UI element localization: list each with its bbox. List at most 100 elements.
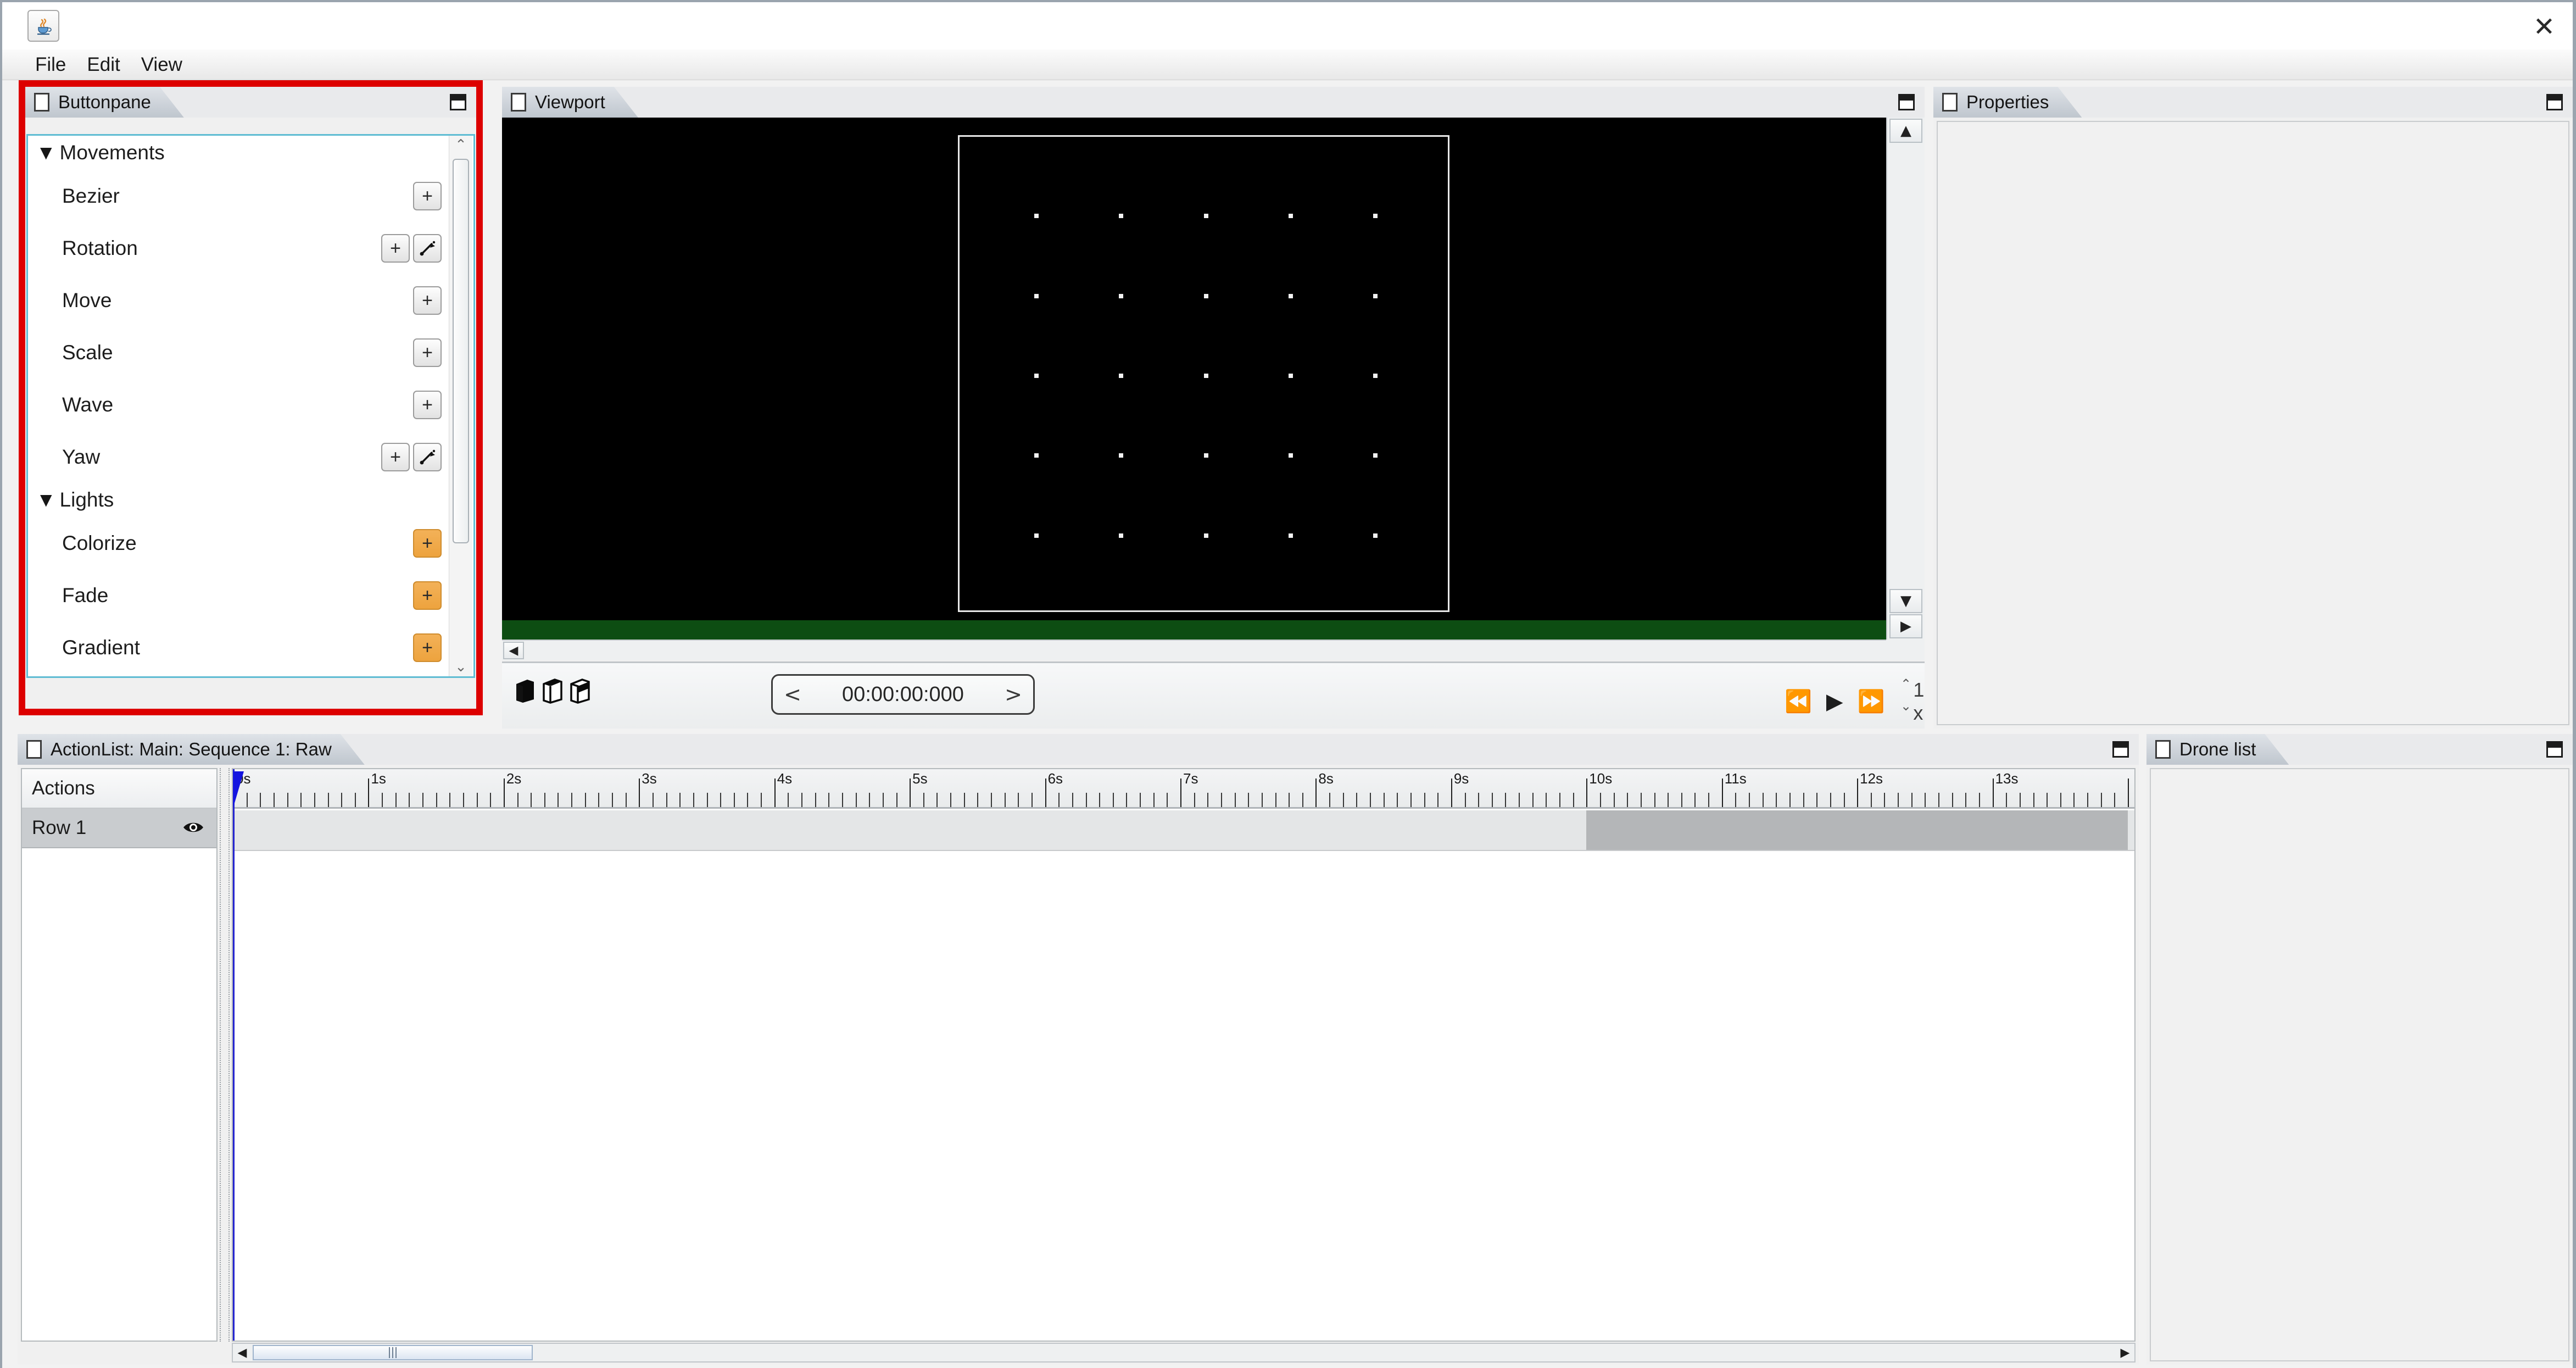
minimize-icon[interactable] <box>2112 741 2129 758</box>
panel-splitter[interactable] <box>220 768 230 1342</box>
action-label-yaw: Yaw <box>62 445 101 468</box>
add-rotation-button[interactable]: + <box>381 233 410 263</box>
drone-dot[interactable] <box>1119 533 1124 538</box>
add-scale-button[interactable]: + <box>413 338 442 367</box>
drone-dot[interactable] <box>1119 214 1124 219</box>
drone-dot[interactable] <box>1034 214 1039 219</box>
actionlist-tab[interactable]: ActionList: Main: Sequence 1: Raw <box>18 734 365 765</box>
minimize-icon[interactable] <box>1898 94 1915 110</box>
ruler-tick-minor <box>1951 793 1953 807</box>
drone-dot[interactable] <box>1288 293 1293 298</box>
rotation-curve-icon-button[interactable] <box>413 233 442 263</box>
drone-dot[interactable] <box>1288 214 1293 219</box>
scroll-down-icon[interactable]: ▼ <box>1889 589 1922 613</box>
cube-half-icon[interactable] <box>569 677 591 709</box>
ruler-tick-minor <box>517 793 518 807</box>
scroll-right-icon[interactable]: ▶ <box>2116 1344 2134 1361</box>
close-icon[interactable]: ✕ <box>2528 12 2561 42</box>
scroll-up-icon[interactable]: ▲ <box>1889 119 1922 143</box>
drone-dot[interactable] <box>1373 214 1378 219</box>
drone-dot[interactable] <box>1203 374 1208 378</box>
minimize-icon[interactable] <box>2546 94 2563 110</box>
cube-solid-icon[interactable] <box>514 677 536 709</box>
timecode-next-button[interactable]: > <box>994 676 1033 713</box>
ruler-tick-minor <box>2100 793 2102 807</box>
viewport-vertical-scrollbar[interactable]: ▲ ▼ ▶ <box>1886 118 1925 639</box>
buttonpane-tab[interactable]: Buttonpane <box>25 87 184 118</box>
timecode-prev-button[interactable]: < <box>773 676 812 713</box>
add-bezier-button[interactable]: + <box>413 181 442 210</box>
drone-dot[interactable] <box>1119 374 1124 378</box>
scroll-left-icon[interactable]: ◀ <box>233 1344 252 1361</box>
buttonpane-panel: Buttonpane ▼ Movements Bezier + Rotation… <box>25 87 476 709</box>
drone-dot[interactable] <box>1373 533 1378 538</box>
minimize-icon[interactable] <box>2546 741 2563 758</box>
scrollbar-thumb[interactable] <box>253 1345 533 1360</box>
ruler-tick-label: 7s <box>1183 770 1198 787</box>
drone-dot[interactable] <box>1034 293 1039 298</box>
fast-forward-icon[interactable]: ⏩ <box>1858 691 1885 713</box>
yaw-curve-icon-button[interactable] <box>413 442 442 471</box>
buttonpane-tab-label: Buttonpane <box>58 92 151 112</box>
menu-item-file[interactable]: File <box>26 52 75 78</box>
drone-dot[interactable] <box>1034 533 1039 538</box>
timeline-area[interactable]: 0s 1s 2s 3s 4s 5s 6s 7s 8s 9s 10s 11s 12s 13s <box>232 768 2135 1342</box>
group-header-lights[interactable]: ▼ Lights <box>28 483 449 517</box>
ruler-tick-minor <box>1559 793 1560 807</box>
spinner-down-icon[interactable]: ⌄ <box>1900 698 1911 714</box>
scroll-up-icon[interactable]: ⌃ <box>449 136 472 154</box>
timeline-selection-region[interactable] <box>1586 810 2128 850</box>
drone-dot[interactable] <box>1119 453 1124 458</box>
timeline-horizontal-scrollbar[interactable]: ◀ ▶ <box>232 1343 2135 1363</box>
add-colorize-button[interactable]: + <box>413 529 442 558</box>
menu-item-edit[interactable]: Edit <box>78 52 129 78</box>
add-gradient-button[interactable]: + <box>413 633 442 662</box>
viewport-3d-canvas[interactable] <box>502 118 1886 620</box>
drone-dot[interactable] <box>1288 374 1293 378</box>
scroll-left-icon[interactable]: ◀ <box>503 642 524 659</box>
timeline-track-row[interactable] <box>233 810 2134 851</box>
add-wave-button[interactable]: + <box>413 390 442 419</box>
scroll-down-icon[interactable]: ⌄ <box>449 658 472 676</box>
minimize-icon[interactable] <box>450 94 466 110</box>
drone-dot[interactable] <box>1288 533 1293 538</box>
toolbar-spinner[interactable]: ⌃ ⌄ <box>1891 673 1921 717</box>
viewport-horizontal-scrollbar[interactable]: ◀ <box>502 639 1886 660</box>
play-icon[interactable]: ▶ <box>1826 691 1843 713</box>
ruler-tick-minor <box>1410 793 1412 807</box>
viewport-tab[interactable]: Viewport <box>502 87 638 118</box>
drone-dot[interactable] <box>1288 453 1293 458</box>
buttonpane-scrollbar[interactable]: ⌃ ⌄ <box>449 136 472 676</box>
drone-dot[interactable] <box>1373 453 1378 458</box>
rewind-icon[interactable]: ⏪ <box>1785 691 1812 713</box>
menu-item-view[interactable]: View <box>132 52 191 78</box>
properties-tab[interactable]: Properties <box>1933 87 2082 118</box>
drone-dot[interactable] <box>1119 293 1124 298</box>
timecode-field[interactable]: < 00:00:00:000 > <box>771 674 1035 715</box>
ruler-tick-minor <box>1261 793 1263 807</box>
drone-dot[interactable] <box>1203 533 1208 538</box>
drone-dot[interactable] <box>1203 453 1208 458</box>
ruler-tick-minor <box>869 793 871 807</box>
drone-dot[interactable] <box>1203 214 1208 219</box>
drone-dot[interactable] <box>1034 453 1039 458</box>
drone-dot[interactable] <box>1034 374 1039 378</box>
spinner-up-icon[interactable]: ⌃ <box>1900 676 1911 692</box>
timecode-value[interactable]: 00:00:00:000 <box>812 683 994 707</box>
drone-dot[interactable] <box>1373 374 1378 378</box>
timeline-ruler[interactable]: 0s 1s 2s 3s 4s 5s 6s 7s 8s 9s 10s 11s 12s 13s <box>233 769 2134 809</box>
scrollbar-thumb[interactable] <box>453 159 469 543</box>
group-header-movements[interactable]: ▼ Movements <box>28 136 449 170</box>
drone-dot[interactable] <box>1373 293 1378 298</box>
add-yaw-button[interactable]: + <box>381 442 410 471</box>
drone-dot[interactable] <box>1203 293 1208 298</box>
eye-icon[interactable] <box>182 816 204 839</box>
cube-outline-icon[interactable] <box>542 677 564 709</box>
table-row[interactable]: Row 1 <box>22 809 216 848</box>
add-fade-button[interactable]: + <box>413 581 442 610</box>
dronelist-tab[interactable]: Drone list <box>2146 734 2289 765</box>
ruler-tick-minor <box>666 793 667 807</box>
ruler-tick-minor <box>2060 793 2061 807</box>
scroll-right-icon[interactable]: ▶ <box>1889 614 1922 638</box>
add-move-button[interactable]: + <box>413 286 442 315</box>
